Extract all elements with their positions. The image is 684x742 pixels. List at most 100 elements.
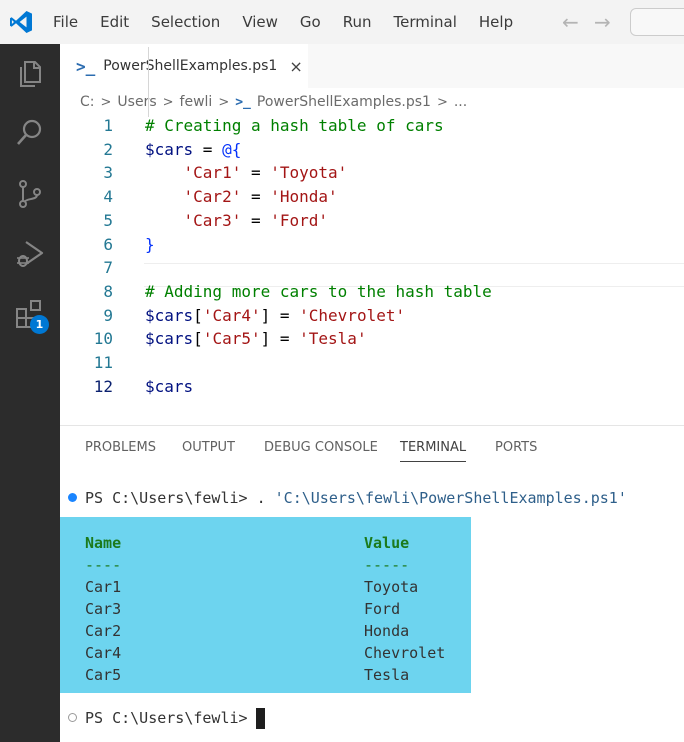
run-debug-icon[interactable] (14, 238, 46, 270)
output-separator-name: ---- (85, 556, 122, 574)
command-center[interactable] (630, 8, 684, 36)
code-line[interactable]: 5 'Car3' = 'Ford' (60, 209, 684, 232)
line-number: 9 (103, 305, 113, 325)
code-token-op: = (193, 139, 223, 159)
indent-guide (148, 47, 149, 117)
arrow-right-icon[interactable]: → (594, 12, 611, 32)
code-line[interactable]: 6} (60, 233, 684, 256)
code-text: } (145, 233, 155, 256)
menu-file[interactable]: File (42, 13, 89, 31)
line-number: 12 (93, 376, 113, 396)
line-number: 7 (103, 258, 113, 278)
command-success-icon[interactable] (68, 493, 77, 502)
menu-go[interactable]: Go (289, 13, 332, 31)
code-token-var: $cars (145, 376, 194, 396)
code-line[interactable]: 1 # Creating a hash table of cars (60, 114, 684, 137)
tab-output[interactable]: OUTPUT (182, 440, 235, 455)
powershell-icon: >_ (235, 94, 251, 110)
code-text: 'Car1' = 'Toyota' (145, 161, 348, 184)
code-line[interactable]: 2 $cars = @{ (60, 138, 684, 161)
code-line[interactable]: 4 'Car2' = 'Honda' (60, 185, 684, 208)
breadcrumb-fewli[interactable]: fewli (180, 94, 213, 110)
code-text: # Creating a hash table of cars (145, 114, 444, 137)
code-text: # Adding more cars to the hash table (145, 280, 492, 303)
code-token-var: $cars (145, 139, 194, 159)
tab-problems[interactable]: PROBLEMS (85, 440, 156, 455)
code-token-comment: # Creating a hash table of cars (145, 116, 444, 135)
tab-debug-console[interactable]: DEBUG CONSOLE (264, 440, 378, 455)
output-row-value: Honda (364, 622, 410, 640)
code-line[interactable]: 3 'Car1' = 'Toyota' (60, 161, 684, 184)
code-line[interactable]: 12 $cars (60, 375, 684, 398)
code-token-str: 'Car5' (202, 329, 261, 349)
code-token-op: [ (193, 329, 203, 349)
tab-label: PowerShellExamples.ps1 (103, 58, 278, 74)
terminal-cursor[interactable] (256, 708, 265, 729)
line-number: 5 (103, 210, 113, 230)
arrow-left-icon[interactable]: ← (562, 12, 579, 32)
code-token-op: [ (193, 305, 203, 325)
code-text: 'Car3' = 'Ford' (145, 209, 329, 232)
code-text: $cars['Car5'] = 'Tesla' (145, 327, 367, 350)
command-pending-icon[interactable] (68, 713, 77, 722)
code-text: 'Car2' = 'Honda' (145, 185, 338, 208)
code-text: $cars = @{ (145, 138, 241, 161)
line-number: 6 (103, 234, 113, 254)
code-token-op (145, 211, 184, 230)
menu-selection[interactable]: Selection (140, 13, 231, 31)
code-editor[interactable]: 1 # Creating a hash table of cars 2 $cars =… (60, 114, 684, 404)
line-number: 11 (93, 353, 113, 372)
menu-help[interactable]: Help (468, 13, 524, 31)
code-token-op: ] = (260, 305, 300, 325)
tab-terminal[interactable]: TERMINAL (400, 440, 466, 455)
output-row-value: Chevrolet (364, 644, 446, 662)
terminal-output-highlight (60, 517, 471, 693)
code-token-str: 'Honda' (270, 187, 338, 207)
code-token-comment: # Adding more cars to the hash table (145, 281, 492, 301)
tab-bar: >_ PowerShellExamples.ps1 × (60, 44, 684, 88)
code-line[interactable]: 10 $cars['Car5'] = 'Tesla' (60, 327, 684, 350)
tab-powershellexamples[interactable]: >_ PowerShellExamples.ps1 × (60, 44, 308, 88)
output-row-name: Car4 (85, 644, 122, 662)
line-number: 10 (93, 329, 113, 349)
output-row-name: Car2 (85, 622, 122, 640)
close-icon[interactable]: × (289, 57, 302, 76)
output-header-value: Value (364, 534, 410, 552)
code-token-op: = (241, 163, 271, 183)
menu-bar: File Edit Selection View Go Run Terminal… (42, 0, 524, 44)
files-icon[interactable] (14, 58, 46, 90)
breadcrumb-drive[interactable]: C: (80, 94, 95, 110)
search-icon[interactable] (14, 116, 46, 148)
output-row-value: Toyota (364, 578, 419, 596)
terminal-command-path: 'C:\Users\fewli\PowerShellExamples.ps1' (274, 489, 627, 507)
chevron-right-icon: > (162, 94, 174, 110)
breadcrumb: C: > Users > fewli > >_ PowerShellExampl… (80, 92, 467, 112)
code-token-str: 'Chevrolet' (299, 305, 406, 325)
output-row-name: Car5 (85, 666, 122, 684)
menu-terminal[interactable]: Terminal (383, 13, 468, 31)
chevron-right-icon: > (436, 94, 448, 110)
code-token-str: 'Toyota' (270, 163, 348, 183)
output-row-value: Tesla (364, 666, 410, 684)
breadcrumb-file[interactable]: PowerShellExamples.ps1 (257, 94, 431, 110)
code-token-brace: } (145, 234, 155, 254)
code-line[interactable]: 11 (60, 351, 684, 374)
code-line[interactable]: 8 # Adding more cars to the hash table (60, 280, 684, 303)
menu-edit[interactable]: Edit (89, 13, 140, 31)
code-text: $cars (145, 375, 193, 398)
menu-view[interactable]: View (231, 13, 289, 31)
source-control-icon[interactable] (14, 178, 46, 210)
code-token-str: 'Car4' (202, 305, 261, 325)
code-token-str: 'Ford' (270, 210, 329, 230)
line-number: 3 (103, 163, 113, 183)
menu-run[interactable]: Run (332, 13, 383, 31)
active-tab-indicator (400, 461, 466, 462)
breadcrumb-symbols[interactable]: ... (454, 94, 467, 110)
breadcrumb-users[interactable]: Users (117, 94, 156, 110)
chevron-right-icon: > (100, 94, 112, 110)
tab-ports[interactable]: PORTS (495, 440, 537, 455)
code-token-op (145, 187, 184, 206)
activity-bar: 1 (0, 44, 60, 742)
code-line[interactable]: 7 (60, 256, 684, 279)
code-line[interactable]: 9 $cars['Car4'] = 'Chevrolet' (60, 304, 684, 327)
